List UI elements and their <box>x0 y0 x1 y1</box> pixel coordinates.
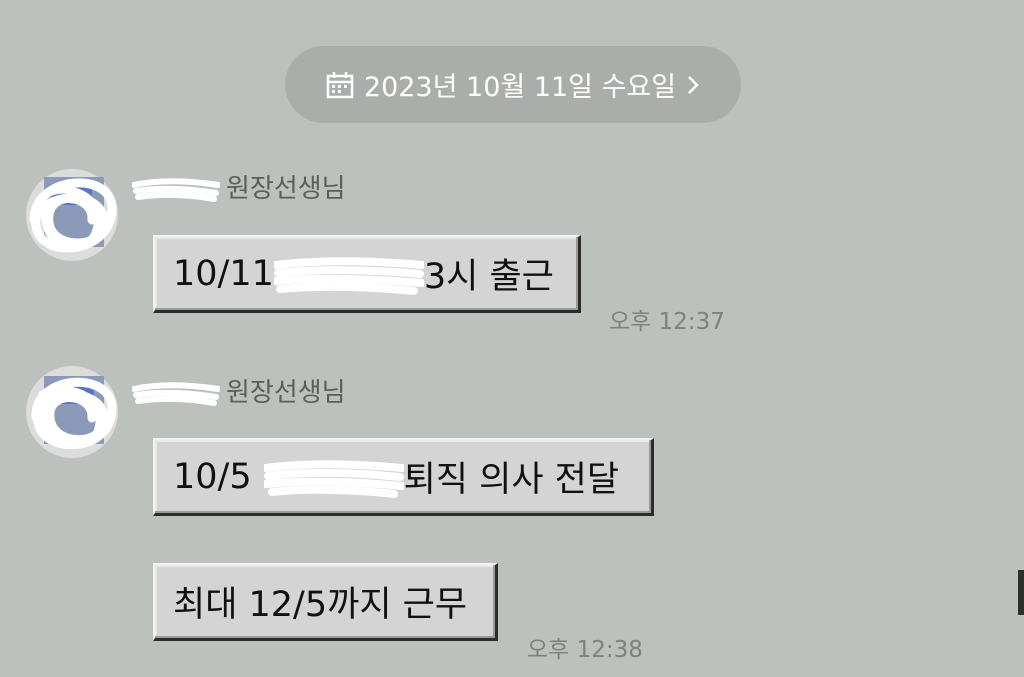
scrollbar-edge[interactable] <box>1018 570 1024 615</box>
avatar[interactable] <box>24 165 124 265</box>
message-text-prefix: 10/5 <box>173 456 252 497</box>
message-text-suffix: 3시 출근 <box>423 257 554 297</box>
message-bubble[interactable]: 10/11 3시 출근 <box>153 235 581 313</box>
message-timestamp: 오후 12:37 <box>609 309 725 335</box>
message-text-prefix: 10/11 <box>173 253 274 294</box>
date-label: 2023년 10월 11일 수요일 <box>363 72 677 103</box>
message-timestamp: 오후 12:38 <box>527 637 643 663</box>
redaction-scribble <box>131 377 221 406</box>
message-text: 최대 12/5까지 근무 <box>173 585 468 625</box>
sender-name: 원장선생님 <box>131 372 346 408</box>
message-bubble[interactable]: 10/5 퇴직 의사 전달 <box>153 438 654 516</box>
message-bubble[interactable]: 최대 12/5까지 근무 <box>153 563 498 641</box>
date-header[interactable]: 2023년 10월 11일 수요일 <box>285 46 741 123</box>
avatar[interactable] <box>24 362 124 462</box>
message-text-suffix: 퇴직 의사 전달 <box>403 460 620 500</box>
redaction-scribble <box>261 458 406 498</box>
chevron-right-icon <box>686 74 700 96</box>
redaction-scribble <box>131 173 221 202</box>
sender-name: 원장선생님 <box>131 168 346 204</box>
redaction-scribble <box>271 255 426 295</box>
calendar-icon <box>326 71 354 99</box>
